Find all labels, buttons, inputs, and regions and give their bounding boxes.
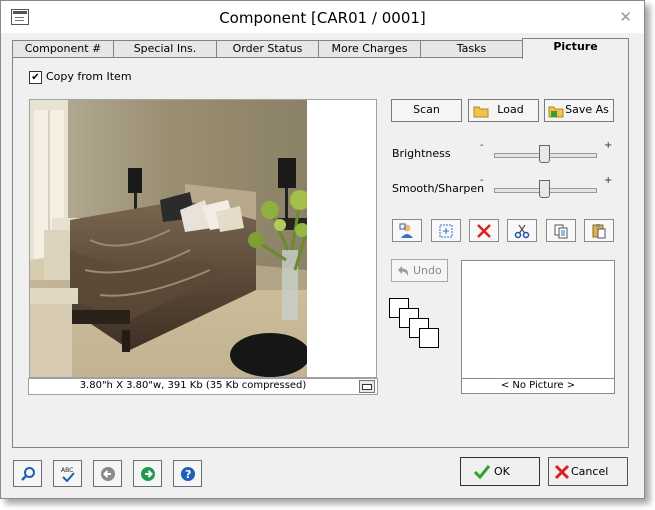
preview-box bbox=[461, 260, 615, 393]
tab-picture[interactable]: Picture bbox=[522, 38, 629, 59]
close-icon[interactable]: ✕ bbox=[619, 8, 632, 26]
tab-order-status[interactable]: Order Status bbox=[216, 40, 319, 57]
forward-button[interactable] bbox=[133, 460, 162, 487]
printer-icon[interactable] bbox=[359, 380, 375, 393]
delete-icon bbox=[477, 224, 491, 238]
tab-component[interactable]: Component # 001 bbox=[12, 40, 114, 71]
preview-label: < No Picture > bbox=[461, 378, 615, 394]
load-button[interactable]: Load bbox=[468, 99, 539, 122]
fit-icon bbox=[439, 224, 453, 238]
cancel-x-icon bbox=[554, 464, 570, 480]
ok-button[interactable]: OK bbox=[460, 457, 540, 486]
undo-button[interactable]: Undo bbox=[391, 259, 448, 282]
tab-tasks[interactable]: Tasks bbox=[420, 40, 523, 57]
cancel-button-label: Cancel bbox=[571, 465, 609, 478]
smooth-sharpen-minus: - bbox=[480, 175, 484, 186]
smooth-sharpen-slider-thumb[interactable] bbox=[539, 180, 550, 198]
copy-tool-button[interactable] bbox=[546, 219, 576, 242]
search-icon bbox=[21, 467, 35, 481]
check-icon bbox=[473, 465, 491, 480]
load-button-label: Load bbox=[497, 103, 524, 116]
scan-button[interactable]: Scan bbox=[391, 99, 462, 122]
bedroom-picture bbox=[30, 100, 307, 377]
svg-text:?: ? bbox=[185, 468, 191, 481]
copy-from-item-checkbox[interactable]: ✔ bbox=[29, 71, 42, 84]
person-tool-button[interactable] bbox=[392, 219, 422, 242]
undo-icon bbox=[398, 266, 409, 276]
cancel-button[interactable]: Cancel bbox=[548, 457, 628, 486]
tab-strip: Component # 001 Special Ins. Order Statu… bbox=[12, 38, 629, 71]
spell-check-button[interactable]: ABC bbox=[53, 460, 82, 487]
forward-arrow-icon bbox=[141, 467, 155, 481]
brightness-minus: - bbox=[480, 140, 484, 151]
help-button[interactable]: ? bbox=[173, 460, 202, 487]
window-title: Component [CAR01 / 0001] bbox=[219, 9, 426, 27]
picture-panel: ✔ Copy from Item 3.80"h X 3.80"w, 391 Kb… bbox=[12, 57, 629, 448]
brightness-slider-thumb[interactable] bbox=[539, 145, 550, 163]
ok-button-label: OK bbox=[494, 465, 510, 478]
cut-icon bbox=[514, 224, 530, 239]
paste-tool-button[interactable] bbox=[584, 219, 614, 242]
brightness-label: Brightness bbox=[392, 147, 451, 160]
cut-tool-button[interactable] bbox=[507, 219, 537, 242]
picture-info-bar: 3.80"h X 3.80"w, 391 Kb (35 Kb compresse… bbox=[28, 378, 378, 395]
fit-tool-button[interactable] bbox=[431, 219, 461, 242]
copy-icon bbox=[554, 224, 568, 239]
back-arrow-icon bbox=[101, 467, 115, 481]
tab-special-ins[interactable]: Special Ins. bbox=[113, 40, 217, 57]
paste-icon bbox=[592, 224, 606, 239]
scan-button-label: Scan bbox=[413, 103, 440, 116]
smooth-sharpen-label: Smooth/Sharpen bbox=[392, 182, 485, 195]
copy-from-item-label: Copy from Item bbox=[46, 70, 132, 83]
title-bar: Component [CAR01 / 0001] ✕ bbox=[1, 1, 644, 33]
component-window: Component [CAR01 / 0001] ✕ Component # 0… bbox=[0, 0, 645, 499]
help-icon: ? bbox=[181, 467, 195, 481]
brightness-plus: + bbox=[604, 140, 613, 151]
spell-check-icon: ABC bbox=[61, 467, 75, 482]
back-button[interactable] bbox=[93, 460, 122, 487]
smooth-sharpen-plus: + bbox=[604, 175, 613, 186]
person-icon bbox=[399, 223, 413, 238]
picture-frame bbox=[29, 99, 377, 378]
undo-button-label: Undo bbox=[413, 264, 442, 277]
tab-more-charges[interactable]: More Charges bbox=[318, 40, 421, 57]
save-as-button[interactable]: Save As bbox=[544, 99, 614, 122]
picture-size-info: 3.80"h X 3.80"w, 391 Kb (35 Kb compresse… bbox=[79, 380, 307, 391]
delete-tool-button[interactable] bbox=[469, 219, 499, 242]
save-icon bbox=[548, 106, 564, 118]
svg-text:ABC: ABC bbox=[61, 467, 73, 474]
search-button[interactable] bbox=[13, 460, 42, 487]
folder-icon bbox=[473, 106, 489, 118]
image-stack-icon bbox=[389, 298, 449, 358]
